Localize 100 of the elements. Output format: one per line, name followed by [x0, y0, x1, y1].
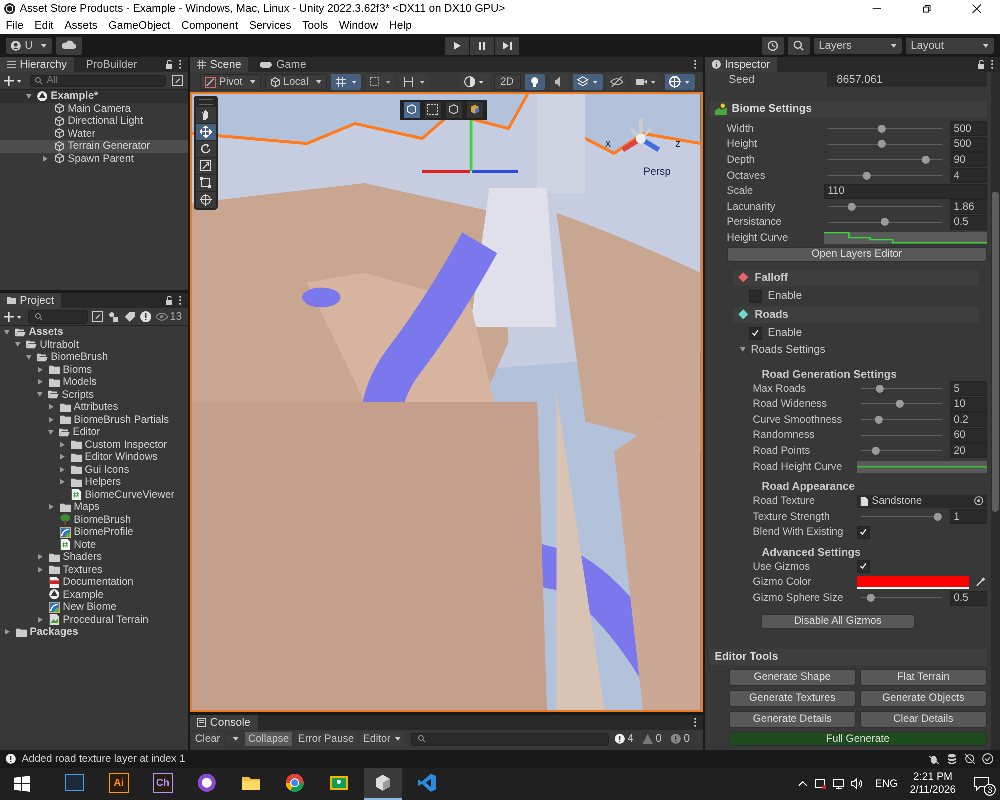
windows-logo-icon[interactable]: [14, 776, 30, 792]
space-dropdown[interactable]: Local: [264, 74, 327, 90]
warning-count-toggle[interactable]: 0: [640, 733, 665, 745]
project-item[interactable]: Example: [0, 588, 188, 601]
value-field[interactable]: 500: [950, 136, 987, 152]
project-item[interactable]: BiomeCurveViewer: [0, 488, 188, 501]
checkbox[interactable]: [749, 326, 762, 340]
value-field[interactable]: 1.86: [950, 199, 987, 214]
project-item[interactable]: Ultrabolt: [0, 338, 188, 351]
value-field[interactable]: 4: [950, 168, 987, 184]
value-field[interactable]: 0.5: [950, 214, 987, 230]
grip-handle[interactable]: [199, 99, 214, 105]
menu-item[interactable]: Tools: [302, 20, 328, 32]
project-item[interactable]: Custom Inspector: [0, 438, 188, 451]
project-item[interactable]: Attributes: [0, 401, 188, 414]
checkbox[interactable]: [857, 526, 870, 539]
hierarchy-item[interactable]: Example*: [0, 90, 188, 102]
clock[interactable]: 2:21 PM 2/11/2026: [910, 771, 956, 797]
project-item[interactable]: Maps: [0, 501, 188, 514]
project-item[interactable]: Textures: [0, 564, 188, 576]
scene-picker-icon[interactable]: [92, 310, 104, 322]
tool-button[interactable]: [196, 158, 216, 174]
tool-button[interactable]: [196, 124, 216, 140]
curve-field[interactable]: [857, 460, 987, 473]
account-button[interactable]: U: [6, 38, 52, 54]
search-field[interactable]: [410, 732, 609, 746]
close-icon[interactable]: [972, 4, 982, 14]
value-field[interactable]: 8657.061: [827, 72, 987, 87]
search-field[interactable]: All: [30, 74, 166, 86]
editor-dropdown[interactable]: Editor: [360, 732, 404, 746]
search-field[interactable]: [28, 310, 88, 324]
curve-field[interactable]: [824, 232, 987, 244]
panel-tab[interactable]: Console: [190, 715, 258, 730]
light-bulb-icon[interactable]: [525, 74, 545, 90]
project-item[interactable]: New Biome: [0, 601, 188, 614]
hierarchy-item[interactable]: Spawn Parent: [0, 152, 188, 165]
hierarchy-item[interactable]: Directional Light: [0, 115, 188, 128]
project-item[interactable]: Gui Icons: [0, 464, 188, 476]
foldout-arrow-icon[interactable]: [37, 392, 43, 398]
tool-action-button[interactable]: Clear Details: [860, 710, 987, 728]
project-item[interactable]: Editor Windows: [0, 451, 188, 464]
taskbar-app[interactable]: Ch: [144, 768, 182, 800]
color-swatch[interactable]: [857, 576, 969, 589]
tool-button[interactable]: [196, 107, 216, 123]
foldout-arrow-icon[interactable]: [49, 404, 54, 410]
project-item[interactable]: Editor: [0, 426, 188, 438]
project-item[interactable]: Assets: [0, 326, 188, 338]
language-indicator[interactable]: ENG: [875, 778, 898, 790]
tool-action-button[interactable]: Generate Details: [729, 710, 856, 728]
project-item[interactable]: Packages: [0, 626, 188, 638]
value-field[interactable]: 20: [950, 443, 987, 458]
value-field[interactable]: 500: [950, 121, 987, 136]
more-icon[interactable]: [179, 60, 182, 69]
menu-item[interactable]: File: [6, 20, 24, 32]
disable-gizmos-button[interactable]: Disable All Gizmos: [761, 614, 915, 629]
project-item[interactable]: Shaders: [0, 551, 188, 564]
tool-button[interactable]: [196, 192, 216, 208]
panel-tab[interactable]: Game: [253, 57, 314, 72]
add-icon[interactable]: [4, 310, 24, 322]
value-field[interactable]: 110: [824, 184, 987, 199]
cube-outline-icon[interactable]: [444, 102, 464, 118]
scrollbar[interactable]: [991, 72, 1000, 750]
gizmos-icon[interactable]: [665, 74, 695, 90]
hierarchy-item[interactable]: Terrain Generator: [0, 140, 188, 152]
cube-view-icon[interactable]: [402, 102, 422, 118]
panel-tab[interactable]: ProBuilder: [79, 57, 144, 72]
speaker-icon[interactable]: [851, 778, 864, 790]
object-field[interactable]: Sandstone: [857, 494, 987, 508]
menu-item[interactable]: GameObject: [108, 20, 170, 32]
pause-icon[interactable]: [470, 36, 494, 54]
foldout-arrow-icon[interactable]: [49, 504, 54, 510]
network-monitor-icon[interactable]: [833, 778, 846, 790]
slider-thumb[interactable]: [872, 446, 880, 455]
check-circle-icon[interactable]: [982, 753, 994, 765]
search-icon[interactable]: [788, 36, 810, 54]
value-field[interactable]: 10: [950, 396, 987, 412]
add-icon[interactable]: [4, 74, 24, 86]
foldout-header[interactable]: Roads Settings: [709, 342, 987, 358]
foldout-arrow-icon[interactable]: [60, 479, 65, 486]
value-field[interactable]: 0.2: [950, 412, 987, 428]
foldout-arrow-icon[interactable]: [60, 454, 65, 460]
taskbar-app[interactable]: [364, 768, 402, 800]
step-icon[interactable]: [494, 36, 519, 54]
more-icon[interactable]: [694, 718, 697, 727]
slider-thumb[interactable]: [866, 594, 875, 602]
restore-icon[interactable]: [922, 4, 932, 14]
history-icon[interactable]: [762, 36, 784, 54]
slider-thumb[interactable]: [881, 218, 889, 226]
lock-icon[interactable]: [165, 296, 174, 305]
layers-dropdown[interactable]: Layers: [814, 38, 902, 54]
more-icon[interactable]: [694, 60, 697, 69]
scrollbar-thumb[interactable]: [992, 192, 999, 512]
foldout-arrow-icon[interactable]: [38, 366, 43, 373]
foldout-arrow-icon[interactable]: [43, 156, 48, 162]
project-item[interactable]: Procedural Terrain: [0, 614, 188, 626]
effects-icon[interactable]: [573, 74, 603, 90]
slider-thumb[interactable]: [922, 156, 930, 164]
grid-snap-icon[interactable]: [330, 74, 361, 90]
foldout-arrow-icon[interactable]: [60, 466, 65, 473]
menu-item[interactable]: Edit: [34, 20, 54, 32]
